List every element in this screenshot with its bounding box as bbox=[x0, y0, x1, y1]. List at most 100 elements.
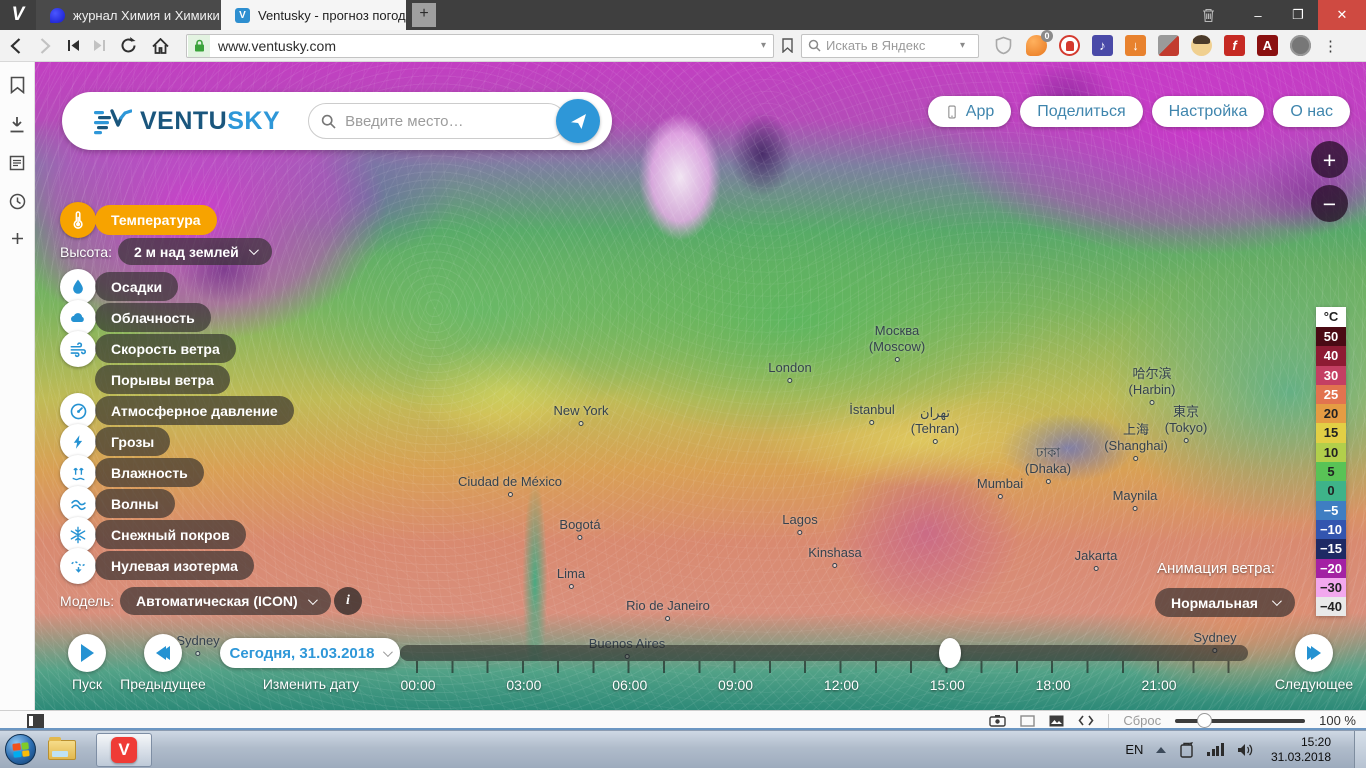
timeline-handle[interactable] bbox=[939, 638, 961, 668]
media-extension-icon[interactable] bbox=[1290, 35, 1311, 56]
pdf-icon[interactable]: A bbox=[1257, 35, 1278, 56]
add-panel-icon[interactable] bbox=[11, 232, 24, 245]
notes-panel-icon[interactable] bbox=[9, 155, 25, 171]
volume-icon[interactable] bbox=[1237, 743, 1254, 757]
capture-page-icon[interactable] bbox=[989, 714, 1006, 727]
bookmarks-panel-icon[interactable] bbox=[10, 76, 25, 94]
browser-menu-icon[interactable]: ⋮ bbox=[1323, 37, 1339, 55]
ventusky-logo[interactable]: VENTUSKY bbox=[92, 105, 280, 137]
page-actions-icon[interactable] bbox=[1078, 715, 1094, 726]
layer-8[interactable]: Снежный покров bbox=[95, 520, 246, 549]
nav-button-настройка[interactable]: Настройка bbox=[1152, 96, 1265, 127]
taskbar-browser-button[interactable]: V bbox=[96, 733, 152, 767]
city-dot bbox=[869, 420, 874, 425]
show-desktop-button[interactable] bbox=[1354, 731, 1366, 768]
adblock-hand-icon[interactable] bbox=[1059, 35, 1080, 56]
layer-2[interactable]: Скорость ветра bbox=[95, 334, 236, 363]
city-label: Jakarta bbox=[1075, 548, 1118, 571]
next-button[interactable] bbox=[1295, 634, 1333, 672]
close-button[interactable]: ✕ bbox=[1318, 0, 1366, 30]
weather-map[interactable]: Москва(Moscow)LondonNew Yorkİstanbulتهرا… bbox=[35, 62, 1366, 710]
downloads-panel-icon[interactable] bbox=[9, 116, 25, 133]
layer-7[interactable]: Волны bbox=[95, 489, 175, 518]
zoom-reset-label[interactable]: Сброс bbox=[1123, 713, 1161, 728]
zoom-slider[interactable] bbox=[1175, 719, 1305, 723]
shield-icon[interactable] bbox=[993, 35, 1014, 56]
new-tab-button[interactable]: + bbox=[412, 3, 436, 27]
forward-button[interactable] bbox=[30, 38, 60, 54]
height-label: Высота: bbox=[60, 244, 112, 260]
page-tile-icon[interactable] bbox=[1020, 715, 1035, 727]
yandex-search-box[interactable]: Искать в Яндекс ▾ bbox=[801, 34, 979, 58]
city-dot bbox=[895, 357, 900, 362]
layer-1[interactable]: Облачность bbox=[95, 303, 211, 332]
layer-4[interactable]: Атмосферное давление bbox=[95, 396, 294, 425]
nav-button-label: Настройка bbox=[1169, 103, 1248, 121]
geolocate-button[interactable] bbox=[556, 99, 600, 143]
model-select[interactable]: Автоматическая (ICON) bbox=[120, 587, 331, 615]
previous-button[interactable] bbox=[144, 634, 182, 672]
minimize-button[interactable]: – bbox=[1238, 0, 1278, 30]
nav-button-поделиться[interactable]: Поделиться bbox=[1020, 96, 1142, 127]
model-info-button[interactable]: i bbox=[334, 587, 362, 615]
layer-temperature[interactable]: Температура bbox=[95, 205, 217, 235]
fast-forward-button[interactable] bbox=[86, 39, 112, 52]
city-dot bbox=[797, 530, 802, 535]
address-dropdown-icon[interactable]: ▾ bbox=[761, 40, 766, 51]
date-select[interactable]: Сегодня, 31.03.2018 bbox=[220, 638, 400, 668]
city-label: تهران(Tehran) bbox=[911, 405, 959, 444]
avatar-extension-icon[interactable] bbox=[1191, 35, 1212, 56]
play-button[interactable] bbox=[68, 634, 106, 672]
taskbar-explorer-button[interactable] bbox=[36, 731, 88, 768]
address-bar[interactable]: www.ventusky.com ▾ bbox=[186, 34, 774, 58]
wind-animation-select[interactable]: Нормальная bbox=[1155, 588, 1295, 617]
layer-3[interactable]: Порывы ветра bbox=[95, 365, 230, 394]
layer-9[interactable]: Нулевая изотерма bbox=[95, 551, 254, 580]
ssl-lock-icon[interactable] bbox=[188, 35, 210, 57]
flash-icon[interactable]: f bbox=[1224, 35, 1245, 56]
timeline-bar[interactable] bbox=[400, 645, 1248, 661]
back-button[interactable] bbox=[0, 38, 30, 54]
layer-6[interactable]: Влажность bbox=[95, 458, 204, 487]
layer-0[interactable]: Осадки bbox=[95, 272, 178, 301]
yandex-search-dropdown-icon[interactable]: ▾ bbox=[960, 40, 965, 51]
download-manager-icon[interactable]: ↓ bbox=[1125, 35, 1146, 56]
bookmark-icon[interactable] bbox=[782, 38, 793, 53]
layer-icon-active[interactable] bbox=[60, 202, 96, 238]
layer-5[interactable]: Грозы bbox=[95, 427, 170, 456]
closed-tabs-trash-icon[interactable] bbox=[1202, 8, 1238, 23]
network-icon[interactable] bbox=[1207, 743, 1224, 756]
music-extension-icon[interactable]: ♪ bbox=[1092, 35, 1113, 56]
reload-button[interactable] bbox=[112, 37, 144, 54]
folder-icon bbox=[48, 740, 76, 760]
map-zoom-in-button[interactable]: + bbox=[1311, 141, 1348, 178]
panel-toggle-icon[interactable] bbox=[27, 714, 44, 728]
chevron-down-icon bbox=[383, 647, 393, 657]
wind-icon[interactable] bbox=[60, 331, 96, 367]
tab-active[interactable]: VVentusky - прогноз погоды bbox=[221, 0, 406, 30]
taskbar-clock[interactable]: 15:20 31.03.2018 bbox=[1271, 735, 1331, 765]
hidden-icons-button[interactable] bbox=[1156, 747, 1166, 753]
url-text[interactable]: www.ventusky.com bbox=[218, 38, 761, 54]
previous-icon2 bbox=[160, 646, 170, 660]
city-label: 哈尔滨(Harbin) bbox=[1129, 366, 1176, 405]
browser-logo-icon[interactable]: V bbox=[0, 0, 36, 30]
action-center-icon[interactable] bbox=[1179, 742, 1194, 758]
height-select[interactable]: 2 м над землей bbox=[118, 238, 272, 265]
isotherm-icon[interactable] bbox=[60, 548, 96, 584]
antivirus-icon[interactable]: 0 bbox=[1026, 35, 1047, 56]
images-toggle-icon[interactable] bbox=[1049, 715, 1064, 727]
map-zoom-out-button[interactable]: − bbox=[1311, 185, 1348, 222]
nav-button-о-нас[interactable]: О нас bbox=[1273, 96, 1350, 127]
guard-extension-icon[interactable] bbox=[1158, 35, 1179, 56]
start-button[interactable] bbox=[5, 734, 36, 765]
nav-button-app[interactable]: App bbox=[928, 96, 1011, 127]
home-button[interactable] bbox=[144, 38, 176, 54]
restore-button[interactable]: ❐ bbox=[1278, 0, 1318, 30]
rewind-button[interactable] bbox=[60, 39, 86, 52]
language-indicator[interactable]: EN bbox=[1125, 742, 1143, 757]
tab-inactive[interactable]: журнал Химия и Химики bbox=[36, 0, 221, 30]
zoom-slider-knob[interactable] bbox=[1197, 713, 1212, 728]
history-panel-icon[interactable] bbox=[9, 193, 26, 210]
place-search-input[interactable]: Введите место… bbox=[308, 103, 566, 139]
